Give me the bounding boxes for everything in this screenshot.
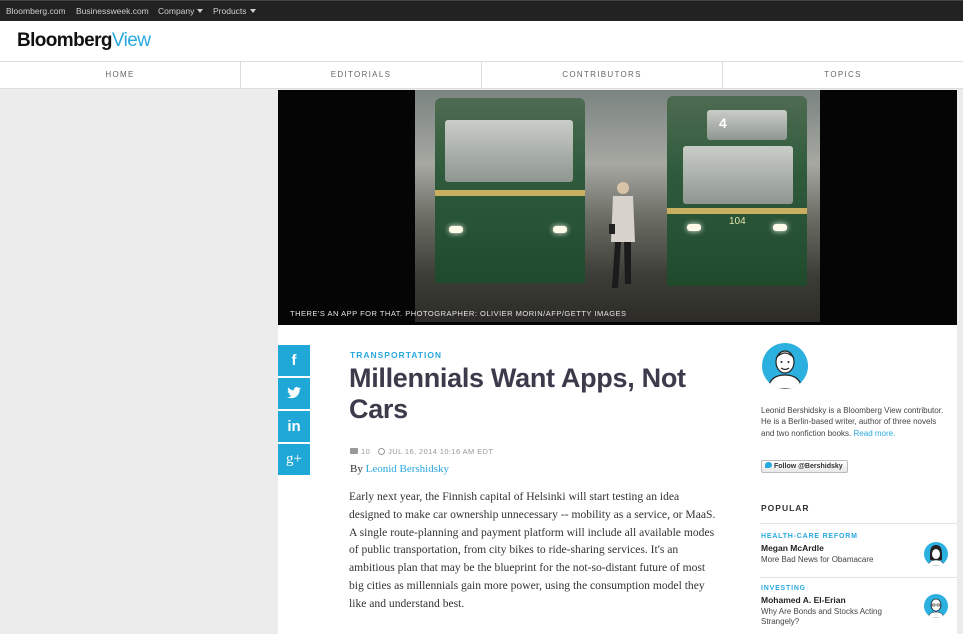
- linkedin-icon: in: [287, 418, 301, 435]
- author-bio-text: Leonid Bershidsky is a Bloomberg View co…: [761, 406, 944, 438]
- company-menu[interactable]: Company: [158, 6, 204, 16]
- popular-category[interactable]: INVESTING: [761, 585, 957, 592]
- googleplus-icon: g+: [286, 451, 302, 467]
- author-thumbnail: [924, 542, 948, 566]
- nav-home[interactable]: HOME: [0, 62, 241, 88]
- article-category[interactable]: TRANSPORTATION: [350, 350, 442, 360]
- article-timestamp: JUL 16, 2014 10:16 AM EDT: [388, 447, 494, 456]
- twitter-share-button[interactable]: [278, 378, 310, 409]
- businessweek-link[interactable]: Businessweek.com: [76, 6, 149, 16]
- author-portrait-icon: [927, 545, 945, 566]
- author-thumbnail: [924, 594, 948, 618]
- tram-route: 4: [719, 115, 727, 131]
- chevron-down-icon: [197, 9, 204, 13]
- author-portrait-icon: [767, 350, 803, 389]
- facebook-icon: f: [291, 352, 297, 369]
- twitter-bird-icon: [765, 462, 772, 468]
- googleplus-share-button[interactable]: g+: [278, 444, 310, 475]
- share-bar: f in g+: [278, 345, 310, 477]
- article-meta: 10 JUL 16, 2014 10:16 AM EDT: [350, 447, 493, 456]
- logo-part-bloomberg: Bloomberg: [17, 30, 112, 51]
- nav-topics[interactable]: TOPICS: [723, 62, 963, 88]
- logo-part-view: View: [111, 30, 151, 51]
- top-bar: Bloomberg.com Businessweek.com Company P…: [0, 0, 963, 21]
- author-bio: Leonid Bershidsky is a Bloomberg View co…: [761, 405, 951, 439]
- popular-title[interactable]: Why Are Bonds and Stocks Acting Strangel…: [761, 607, 911, 627]
- comment-count[interactable]: 10: [361, 447, 370, 456]
- photo-caption: THERE'S AN APP FOR THAT. PHOTOGRAPHER: O…: [290, 309, 627, 318]
- author-avatar[interactable]: [762, 343, 808, 389]
- main-nav: HOME EDITORIALS CONTRIBUTORS TOPICS: [0, 61, 963, 89]
- article-body: Early next year, the Finnish capital of …: [349, 490, 716, 610]
- twitter-icon: [287, 387, 301, 399]
- read-more-link[interactable]: Read more.: [854, 429, 896, 438]
- left-tram: [435, 98, 585, 283]
- author-link[interactable]: Leonid Bershidsky: [366, 463, 449, 475]
- products-menu[interactable]: Products: [213, 6, 256, 16]
- byline: By Leonid Bershidsky: [350, 463, 449, 475]
- popular-divider: [760, 523, 957, 524]
- byline-prefix: By: [350, 463, 363, 475]
- tram-number: 104: [729, 216, 746, 227]
- bloomberg-link[interactable]: Bloomberg.com: [6, 6, 66, 16]
- logo-bar: BloombergView: [0, 21, 963, 61]
- twitter-follow-button[interactable]: Follow @Bershidsky: [761, 460, 848, 473]
- company-label: Company: [158, 6, 195, 16]
- clock-icon: [378, 448, 386, 455]
- nav-editorials[interactable]: EDITORIALS: [241, 62, 482, 88]
- popular-divider: [760, 577, 957, 578]
- popular-title[interactable]: More Bad News for Obamacare: [761, 555, 911, 565]
- author-portrait-icon: [927, 598, 945, 618]
- article-panel: f in g+ TRANSPORTATION Millennials Want …: [278, 325, 957, 634]
- chevron-down-icon: [249, 9, 256, 13]
- linkedin-share-button[interactable]: in: [278, 411, 310, 442]
- article-headline: Millennials Want Apps, Not Cars: [349, 363, 686, 424]
- comment-icon: [350, 448, 358, 454]
- tram-photo: 104 4: [415, 90, 820, 322]
- popular-item[interactable]: INVESTING Mohamed A. El-Erian Why Are Bo…: [761, 585, 957, 627]
- facebook-share-button[interactable]: f: [278, 345, 310, 376]
- nav-contributors[interactable]: CONTRIBUTORS: [482, 62, 723, 88]
- pedestrian: [609, 182, 635, 288]
- follow-label: Follow @Bershidsky: [774, 463, 843, 470]
- popular-heading: POPULAR: [761, 503, 810, 513]
- right-tram: 104 4: [667, 96, 807, 286]
- hero-image: 104 4 THERE'S AN APP FOR THAT. PHOTOGRAP…: [278, 90, 957, 325]
- popular-item[interactable]: HEALTH-CARE REFORM Megan McArdle More Ba…: [761, 533, 957, 566]
- products-label: Products: [213, 6, 247, 16]
- popular-category[interactable]: HEALTH-CARE REFORM: [761, 533, 957, 540]
- bloomberg-view-logo[interactable]: BloombergView: [17, 30, 151, 52]
